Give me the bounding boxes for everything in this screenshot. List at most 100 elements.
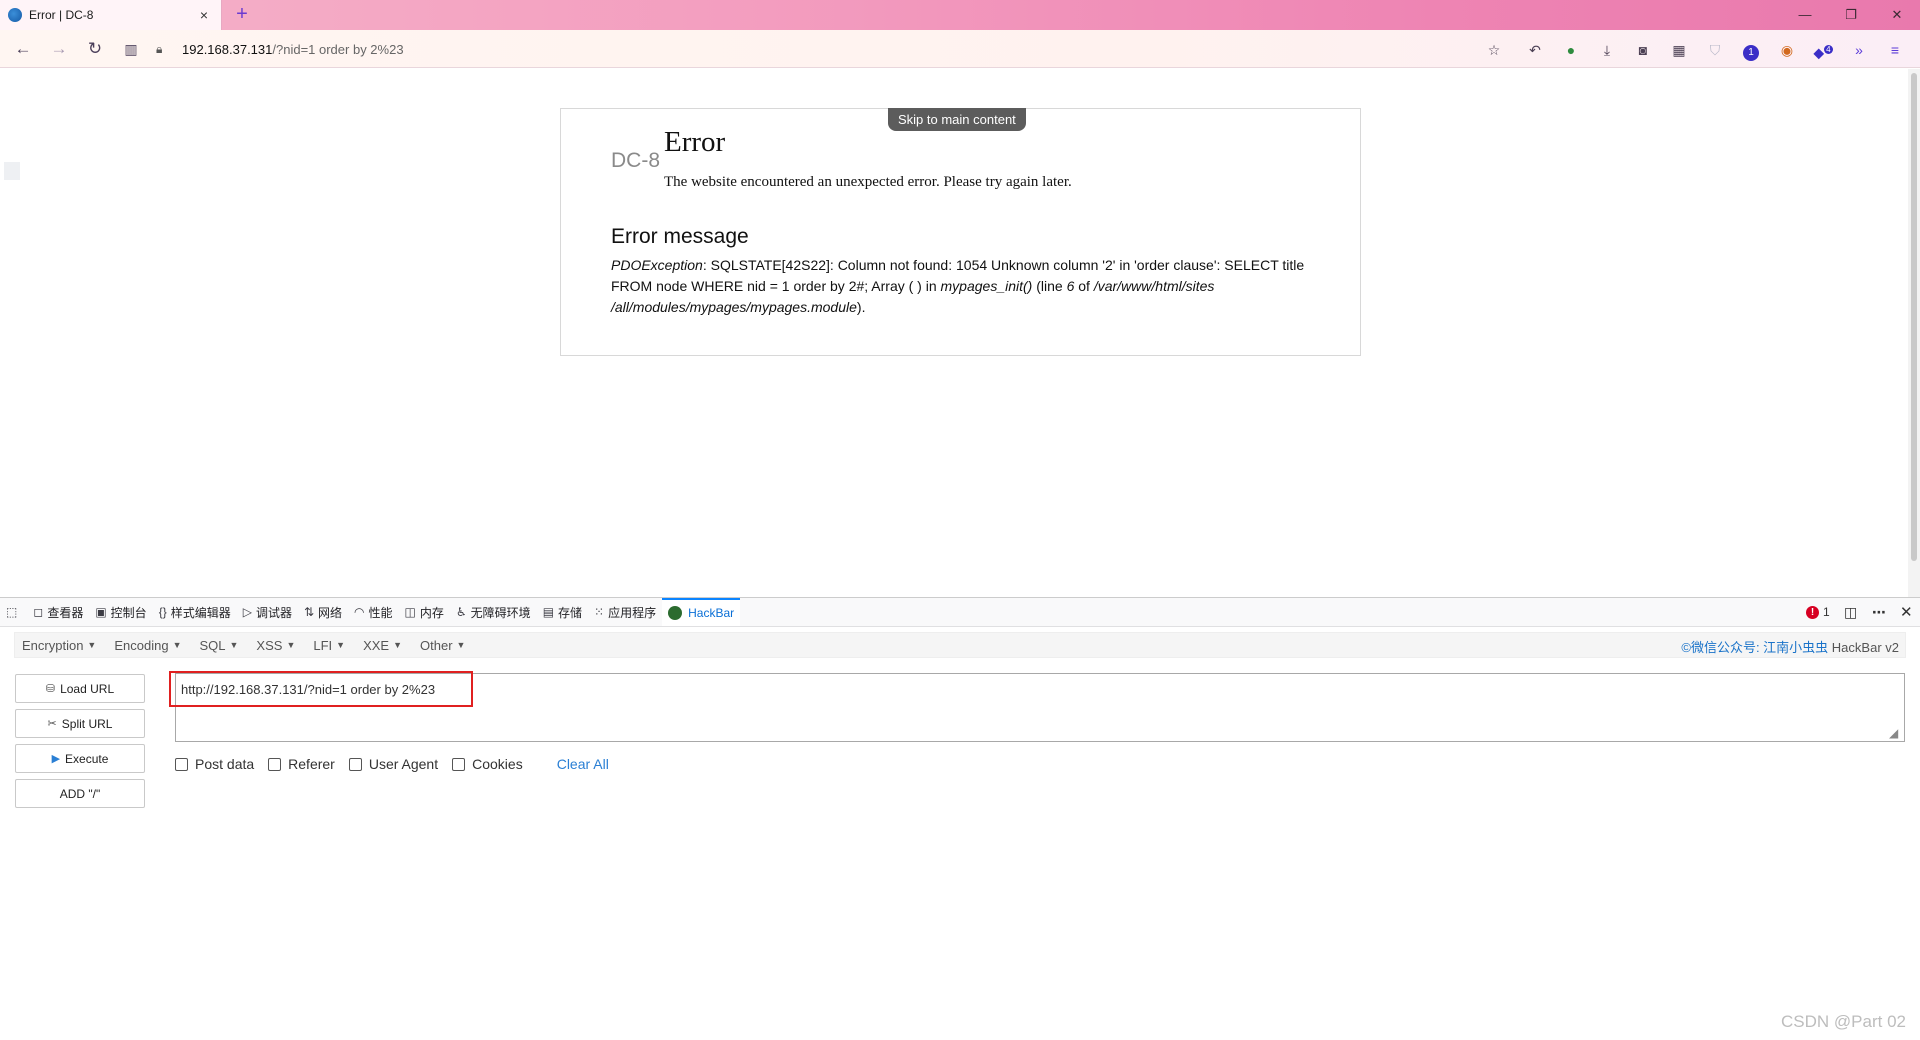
devtools-tab-label: 网络 (318, 605, 343, 620)
menu-lfi[interactable]: LFI ▼ (306, 638, 352, 653)
menu-encoding[interactable]: Encoding ▼ (107, 638, 188, 653)
skip-to-main-link[interactable]: Skip to main content (888, 108, 1026, 131)
tab-title: Error | DC-8 (29, 8, 94, 22)
devtools-tab-debugger[interactable]: ▷ 调试器 (237, 598, 298, 626)
option-post-data[interactable]: Post data (175, 756, 254, 772)
devtools-tab-label: 内存 (419, 605, 444, 620)
overflow-chevron-icon[interactable]: » (1848, 39, 1870, 61)
option-label: Referer (288, 756, 335, 772)
page-scrollbar-thumb[interactable] (1911, 73, 1917, 561)
page-scrollbar[interactable] (1908, 69, 1920, 597)
devtools-tab-console[interactable]: ▣ 控制台 (89, 598, 152, 626)
menu-label: Encryption (22, 637, 84, 653)
sidebar-collapse-marker[interactable] (4, 162, 20, 180)
extension-puzzle-icon[interactable]: ◆ 4 (1812, 39, 1834, 61)
network-icon: ⇅ (303, 605, 315, 619)
menu-xss[interactable]: XSS ▼ (249, 638, 302, 653)
extension-grid-icon[interactable]: ▦ (1668, 39, 1690, 61)
browser-tab-active[interactable]: Error | DC-8 × (0, 0, 222, 30)
navigation-bar: ← → ↻ ▥ 🔒︎ 192.168.37.131/?nid=1 order b… (0, 30, 1920, 68)
hackbar-icon (668, 606, 683, 620)
devtools-tab-memory[interactable]: ◫ 内存 (399, 598, 450, 626)
caret-down-icon: ▼ (229, 640, 239, 650)
menu-label: Other (420, 637, 453, 653)
devtools-close-icon[interactable]: ✕ (1900, 597, 1913, 627)
devtools-tab-label: 调试器 (255, 605, 292, 620)
error-message-body: PDOException: SQLSTATE[42S22]: Column no… (611, 255, 1311, 318)
devtools-tab-hackbar[interactable]: HackBar (662, 598, 741, 626)
option-user-agent[interactable]: User Agent (348, 756, 438, 772)
extension-shield-icon[interactable]: ⛉ (1704, 39, 1726, 61)
user-agent-checkbox[interactable] (348, 757, 362, 771)
menu-label: LFI (313, 637, 333, 653)
devtools-tab-performance[interactable]: ◠ 性能 (348, 598, 399, 626)
button-label: Execute (65, 751, 109, 766)
dock-side-icon[interactable]: ◫ (1844, 597, 1857, 627)
post-data-checkbox[interactable] (175, 757, 188, 771)
devtools-tab-application[interactable]: ⁙ 应用程序 (588, 598, 662, 626)
extension-globe-icon[interactable]: ● (1560, 39, 1582, 61)
back-arrow-icon[interactable]: ← (10, 37, 36, 61)
devtools-tab-network[interactable]: ⇅ 网络 (298, 598, 348, 626)
extension-ball-icon[interactable]: ◉ (1776, 39, 1798, 61)
window-minimize-button[interactable]: — (1782, 0, 1828, 30)
cookies-checkbox[interactable] (452, 757, 466, 771)
menu-label: Encoding (114, 637, 169, 653)
devtools-error-counter[interactable]: ! 1 (1806, 597, 1830, 627)
devtools-tab-label: 样式编辑器 (170, 605, 231, 620)
menu-xxe[interactable]: XXE ▼ (356, 638, 409, 653)
window-restore-button[interactable]: ❐ (1828, 0, 1874, 30)
referer-checkbox[interactable] (268, 757, 282, 771)
caret-down-icon: ▼ (336, 640, 346, 650)
credit-link[interactable]: ©微信公众号: 江南小虫虫 (1681, 640, 1828, 655)
debugger-icon: ▷ (242, 605, 252, 619)
hackbar-credit: ©微信公众号: 江南小虫虫 HackBar v2 (1681, 637, 1899, 656)
tab-close-icon[interactable]: × (195, 7, 213, 23)
error-panel: DC-8 Error The website encountered an un… (560, 108, 1361, 356)
option-referer[interactable]: Referer (268, 756, 335, 772)
menu-other[interactable]: Other ▼ (413, 638, 472, 653)
devtools-tab-storage[interactable]: ▤ 存储 (537, 598, 588, 626)
devtools-tab-style-editor[interactable]: {} 样式编辑器 (153, 598, 237, 626)
bookmark-star-icon[interactable]: ☆ (1483, 39, 1505, 61)
execute-button[interactable]: ▶ Execute (15, 744, 145, 773)
caret-down-icon: ▼ (393, 640, 403, 650)
accessibility-icon: ♿ (455, 605, 467, 619)
add-slash-button[interactable]: ADD "/" (15, 779, 145, 808)
devtools-picker-icon[interactable]: ⬚ (0, 598, 27, 626)
window-close-button[interactable]: ✕ (1874, 0, 1920, 30)
textarea-resize-grip-icon[interactable]: ◢ (1889, 726, 1903, 740)
site-name-link[interactable]: DC-8 (611, 149, 660, 173)
load-url-icon: ⛁ (45, 683, 56, 695)
devtools-menu-icon[interactable]: ⋯ (1872, 597, 1886, 627)
url-host: 192.168.37.131 (182, 41, 273, 57)
screenshot-icon[interactable]: ◙ (1632, 39, 1654, 61)
load-url-button[interactable]: ⛁ Load URL (15, 674, 145, 703)
new-tab-button[interactable]: + (230, 3, 254, 27)
inspector-icon: ◻ (33, 605, 44, 619)
caret-down-icon: ▼ (87, 640, 97, 650)
split-url-button[interactable]: ✂ Split URL (15, 709, 145, 738)
address-bar[interactable]: 🔒︎ 192.168.37.131/?nid=1 order by 2%23 (156, 35, 1506, 63)
option-cookies[interactable]: Cookies (452, 756, 523, 772)
play-icon: ▶ (51, 753, 61, 765)
app-menu-icon[interactable]: ≡ (1884, 39, 1906, 61)
devtools-tab-label: 存储 (558, 605, 583, 620)
devtools-tab-inspector[interactable]: ◻ 查看器 (27, 598, 89, 626)
page-info-icon[interactable]: 🔒︎ (156, 42, 174, 57)
menu-encryption[interactable]: Encryption ▼ (15, 638, 103, 653)
devtools-tab-accessibility[interactable]: ♿ 无障碍环境 (450, 598, 537, 626)
message-text-2: (line (1032, 278, 1067, 294)
hackbar-menu-bar: Encryption ▼ Encoding ▼ SQL ▼ XSS ▼ LFI ▼ XXE… (14, 632, 1906, 658)
forward-arrow-icon[interactable]: → (46, 37, 72, 61)
sidebar-toggle-icon[interactable]: ▥ (118, 37, 144, 61)
reload-icon[interactable]: ↻ (82, 37, 108, 61)
downloads-icon[interactable]: ⤓ (1596, 39, 1618, 61)
memory-icon: ◫ (404, 605, 416, 619)
application-icon: ⁙ (594, 605, 605, 619)
menu-sql[interactable]: SQL ▼ (192, 638, 245, 653)
extension-undo-icon[interactable]: ↶ (1524, 39, 1546, 61)
scissors-icon: ✂ (47, 718, 57, 730)
clear-all-link[interactable]: Clear All (557, 756, 609, 772)
extension-counter-icon[interactable]: 1 (1740, 39, 1762, 61)
